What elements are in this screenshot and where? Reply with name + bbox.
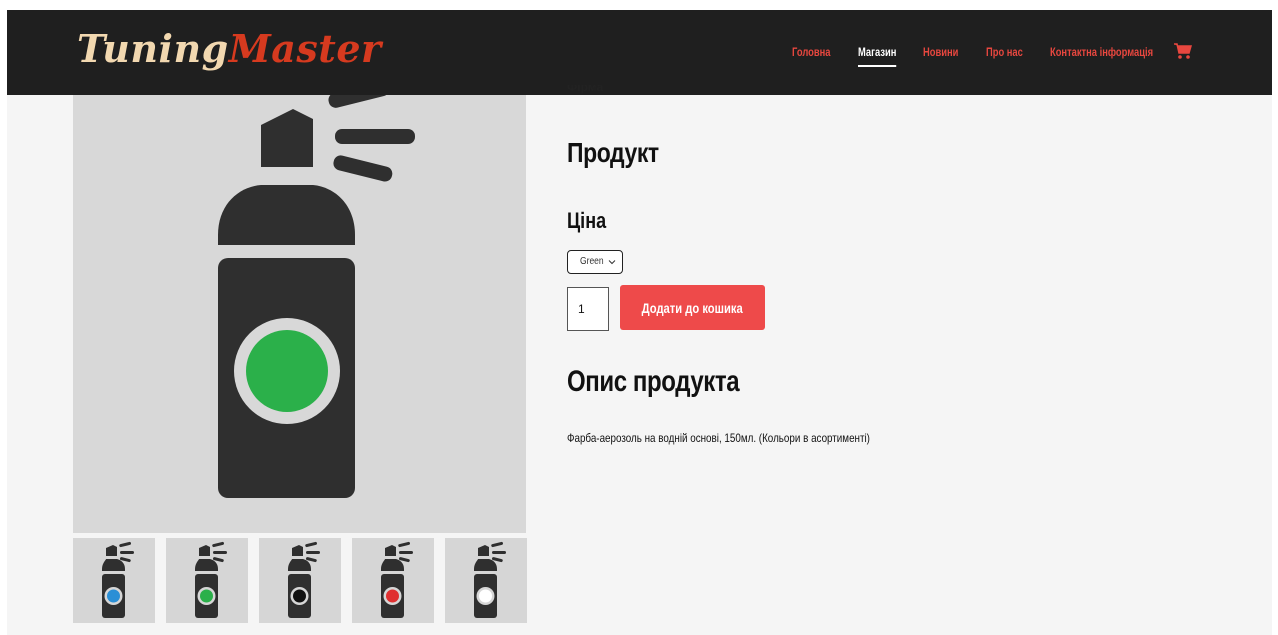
description-heading: Опис продукта: [567, 365, 740, 398]
description-text: Фарба-аерозоль на водній основі, 150мл. …: [567, 431, 870, 445]
brand-label-text: Фірма: [567, 85, 604, 94]
quantity-input[interactable]: 1: [567, 287, 609, 331]
site-logo[interactable]: TuningMaster: [77, 24, 382, 74]
logo-part-2: Master: [228, 26, 382, 71]
quantity-value: 1: [578, 302, 585, 316]
color-variant-select[interactable]: Green: [567, 250, 623, 274]
nav-item-shop[interactable]: Магазин: [858, 42, 897, 67]
product-thumbnail[interactable]: [445, 538, 527, 623]
product-thumbnail[interactable]: [73, 538, 155, 623]
spray-can-icon: [474, 541, 506, 618]
product-thumbnail[interactable]: [259, 538, 341, 623]
variant-value: Green: [580, 256, 604, 267]
product-thumbnail[interactable]: [166, 538, 248, 623]
product-main-image: [73, 95, 526, 533]
chevron-down-icon: [608, 260, 616, 265]
shopping-cart-icon[interactable]: [1173, 42, 1193, 60]
nav-item-home[interactable]: Головна: [792, 42, 830, 62]
product-thumbnail[interactable]: [352, 538, 434, 623]
nav-item-news[interactable]: Новини: [923, 42, 958, 62]
spray-can-icon: [102, 541, 134, 618]
add-to-cart-button[interactable]: Додати до кошика: [620, 285, 765, 330]
nav-item-about[interactable]: Про нас: [986, 42, 1023, 62]
nav-item-contacts[interactable]: Контактна інформація: [1050, 42, 1153, 62]
product-thumbnails: [73, 538, 527, 623]
add-to-cart-label: Додати до кошика: [641, 299, 744, 316]
spray-can-icon: [288, 541, 320, 618]
product-title: Продукт: [567, 137, 659, 168]
spray-can-icon: [381, 541, 413, 618]
spray-can-icon: [195, 541, 227, 618]
spray-can-icon: [218, 95, 415, 498]
logo-part-1: Tuning: [77, 26, 229, 71]
brand-label: Фірма: [567, 85, 603, 95]
product-price: Ціна: [567, 208, 607, 233]
